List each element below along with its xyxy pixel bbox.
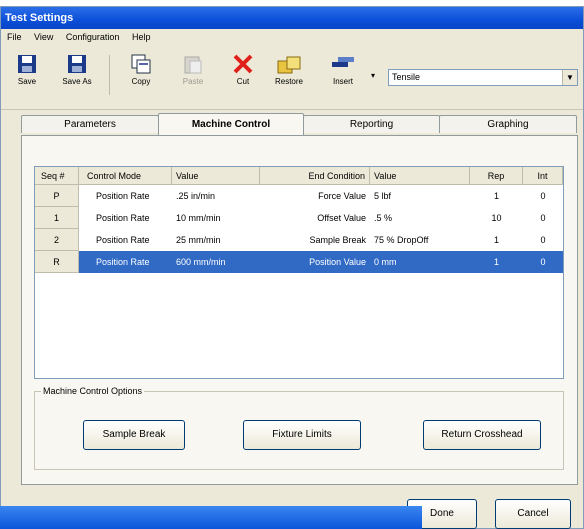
end-value-cell: 5 lbf (374, 191, 392, 201)
sample-break-button[interactable]: Sample Break (83, 420, 185, 450)
chevron-down-icon[interactable]: ▼ (562, 70, 577, 85)
copy-label: Copy (131, 77, 151, 86)
paste-button[interactable]: Paste (173, 53, 213, 86)
menu-configuration[interactable]: Configuration (66, 32, 120, 42)
restore-label: Restore (274, 77, 303, 86)
save-as-icon (68, 55, 86, 73)
test-type-value: Tensile (392, 72, 421, 82)
table-row[interactable]: 2 Position Rate 25 mm/min Sample Break 7… (35, 229, 563, 251)
paste-icon (184, 56, 202, 74)
control-mode-cell: Position Rate (96, 191, 150, 201)
machine-control-panel: Seq # Control Mode Value End Condition V… (21, 135, 578, 485)
value-cell: .25 in/min (176, 191, 216, 201)
save-icon (18, 55, 36, 73)
end-value-cell: .5 % (374, 213, 393, 223)
rep-cell: 1 (493, 191, 499, 201)
test-type-dropdown[interactable]: Tensile ▼ (388, 69, 578, 86)
restore-icon (277, 56, 301, 74)
end-condition-cell: Position Value (260, 251, 370, 273)
end-value-cell: 0 mm (370, 251, 470, 273)
insert-dropdown-arrow-icon[interactable]: ▾ (371, 71, 375, 80)
toolbar: Save Save As Copy Paste Cut Restore Inse… (1, 47, 583, 110)
tab-reporting[interactable]: Reporting (303, 115, 440, 133)
options-legend: Machine Control Options (43, 386, 143, 396)
restore-button[interactable]: Restore (269, 53, 309, 86)
end-condition-cell: Force Value (318, 191, 366, 201)
test-settings-window: Test Settings File View Configuration He… (0, 6, 584, 529)
insert-icon (332, 57, 354, 67)
paste-label: Paste (182, 77, 204, 86)
control-mode-cell: Position Rate (96, 213, 150, 223)
end-condition-cell: Offset Value (317, 213, 366, 223)
table-row[interactable]: P Position Rate .25 in/min Force Value 5… (35, 185, 563, 207)
toolbar-separator (109, 55, 110, 95)
copy-button[interactable]: Copy (121, 53, 161, 86)
overlapping-window-titlebar (0, 506, 422, 529)
save-as-button[interactable]: Save As (57, 53, 97, 86)
int-cell: 0 (540, 235, 546, 245)
machine-control-options-group: Machine Control Options Sample Break Fix… (34, 386, 564, 470)
save-label: Save (17, 77, 37, 86)
column-header-end-condition[interactable]: End Condition (260, 167, 370, 185)
column-header-value[interactable]: Value (172, 167, 260, 185)
tab-parameters[interactable]: Parameters (21, 115, 159, 133)
save-button[interactable]: Save (7, 53, 47, 86)
menu-bar: File View Configuration Help (1, 29, 583, 45)
menu-view[interactable]: View (34, 32, 53, 42)
tab-machine-control[interactable]: Machine Control (158, 113, 304, 135)
tab-strip: Parameters Machine Control Reporting Gra… (21, 113, 577, 135)
control-mode-cell: Position Rate (79, 251, 172, 273)
column-header-int[interactable]: Int (523, 167, 563, 185)
rep-cell: 1 (470, 251, 523, 273)
cancel-button[interactable]: Cancel (495, 499, 571, 529)
column-header-rep[interactable]: Rep (470, 167, 523, 185)
seq-cell: 1 (35, 207, 79, 229)
cut-label: Cut (236, 77, 250, 86)
value-cell: 10 mm/min (176, 213, 221, 223)
return-crosshead-button[interactable]: Return Crosshead (423, 420, 541, 450)
int-cell: 0 (540, 191, 546, 201)
menu-help[interactable]: Help (132, 32, 151, 42)
end-value-cell: 75 % DropOff (374, 235, 429, 245)
seq-cell: P (35, 185, 79, 207)
column-header-end-value[interactable]: Value (370, 167, 470, 185)
cut-icon (233, 54, 253, 74)
seq-cell: 2 (35, 229, 79, 251)
table-row[interactable]: 1 Position Rate 10 mm/min Offset Value .… (35, 207, 563, 229)
control-sequence-grid[interactable]: Seq # Control Mode Value End Condition V… (34, 166, 564, 379)
column-header-seq[interactable]: Seq # (35, 167, 79, 185)
window-title: Test Settings (1, 7, 583, 29)
copy-icon (131, 54, 151, 74)
tab-graphing[interactable]: Graphing (439, 115, 577, 133)
fixture-limits-button[interactable]: Fixture Limits (243, 420, 361, 450)
seq-cell: R (35, 251, 79, 273)
value-cell: 600 mm/min (172, 251, 260, 273)
cut-button[interactable]: Cut (223, 53, 263, 86)
menu-file[interactable]: File (7, 32, 22, 42)
rep-cell: 1 (493, 235, 499, 245)
int-cell: 0 (523, 251, 563, 273)
end-condition-cell: Sample Break (309, 235, 366, 245)
table-row-selected[interactable]: R Position Rate 600 mm/min Position Valu… (35, 251, 563, 273)
value-cell: 25 mm/min (176, 235, 221, 245)
column-header-control-mode[interactable]: Control Mode (79, 167, 172, 185)
save-as-label: Save As (62, 77, 92, 86)
insert-button[interactable]: Insert (323, 53, 363, 86)
insert-label: Insert (332, 77, 353, 86)
int-cell: 0 (540, 213, 546, 223)
control-mode-cell: Position Rate (96, 235, 150, 245)
rep-cell: 10 (491, 213, 502, 223)
